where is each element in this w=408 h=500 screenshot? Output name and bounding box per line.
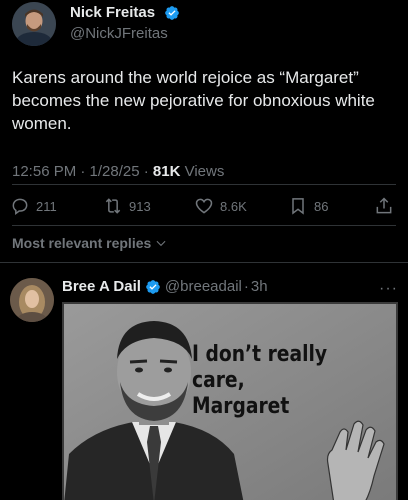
repost-button[interactable]: 913 [103,193,151,219]
reply-button[interactable]: 211 [10,193,57,219]
tweet-header: Nick Freitas @NickJFreitas [12,2,396,50]
repost-icon [105,198,121,214]
reply-separator: · [243,278,249,295]
bookmark-icon [292,198,304,215]
action-bar: 211 913 8.6K 86 [8,193,396,219]
reply-author-name[interactable]: Bree A Dail [62,278,141,295]
bookmark-button[interactable]: 86 [288,193,328,219]
author-name[interactable]: Nick Freitas [70,4,155,21]
like-count: 8.6K [220,198,247,214]
repost-count: 913 [129,198,151,214]
divider [12,225,396,226]
reply-icon [12,198,28,215]
more-options-icon[interactable]: ··· [379,280,398,298]
views-count: 81K [152,163,181,180]
reply-author-avatar[interactable] [10,278,54,322]
author-handle[interactable]: @NickJFreitas [70,25,180,42]
author-name-block: Nick Freitas @NickJFreitas [70,4,180,42]
reply-meme-image[interactable]: I don’t really care, Margaret [62,302,398,500]
chevron-down-icon [156,240,166,247]
tweet-text: Karens around the world rejoice as “Marg… [12,68,375,133]
tweet-meta: 12:56 PM · 1/28/25 · 81K Views [12,163,224,180]
share-button[interactable] [374,193,394,219]
verified-badge-icon [164,5,179,20]
reply-author-handle[interactable]: @breeadail [165,278,242,295]
author-avatar[interactable] [12,2,56,46]
bookmark-count: 86 [314,198,329,214]
verified-badge-icon [146,279,160,294]
like-button[interactable]: 8.6K [194,193,247,219]
replies-sort-dropdown[interactable]: Most relevant replies [12,235,168,251]
reply-time[interactable]: 3h [251,278,268,295]
share-icon [376,197,392,214]
divider [12,184,396,185]
reply-header: Bree A Dail @breeadail · 3h [62,278,268,295]
replies-sort-label: Most relevant replies [12,235,152,251]
views-label: Views [180,163,225,180]
reply-count: 211 [36,198,57,214]
heart-icon [195,198,213,214]
reply-item[interactable]: Bree A Dail @breeadail · 3h ··· I don’t … [0,270,408,500]
tweet-timestamp[interactable]: 12:56 PM · 1/28/25 · [12,163,153,180]
meme-caption: I don’t really care, Margaret [192,342,328,419]
divider [0,262,408,263]
